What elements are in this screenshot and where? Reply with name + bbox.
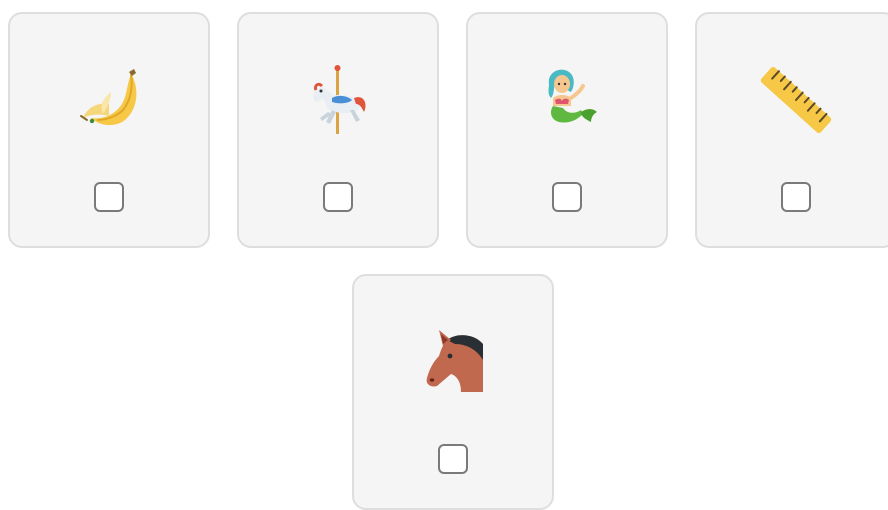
option-checkbox[interactable] <box>438 444 468 474</box>
option-card-horse-face[interactable] <box>352 274 554 510</box>
ruler-icon <box>760 64 832 136</box>
option-checkbox[interactable] <box>552 182 582 212</box>
option-card-carousel-horse[interactable] <box>237 12 439 248</box>
option-card-ruler[interactable] <box>695 12 888 248</box>
option-checkbox[interactable] <box>781 182 811 212</box>
option-checkbox[interactable] <box>94 182 124 212</box>
carousel-horse-icon <box>302 64 374 136</box>
banana-icon <box>73 64 145 136</box>
option-card-mermaid[interactable] <box>466 12 668 248</box>
option-card-banana[interactable] <box>8 12 210 248</box>
mermaid-icon <box>531 64 603 136</box>
option-checkbox[interactable] <box>323 182 353 212</box>
horse-face-icon <box>417 326 489 398</box>
